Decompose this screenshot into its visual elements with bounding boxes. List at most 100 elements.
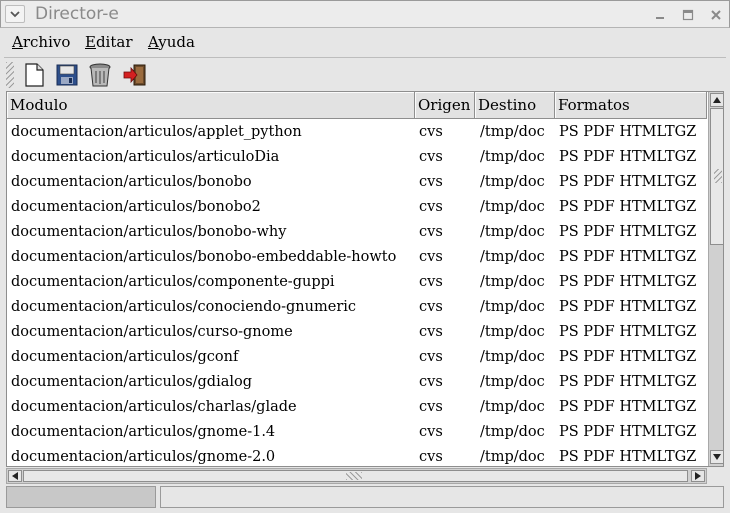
cell-modulo: documentacion/articulos/bonobo-why [11, 224, 287, 240]
cell-destino: /tmp/doc [480, 374, 545, 390]
cell-origen: cvs [419, 249, 443, 265]
save-button[interactable] [54, 62, 80, 88]
cell-formatos: PS PDF HTMLTGZ [559, 149, 697, 165]
cell-formatos: PS PDF HTMLTGZ [559, 224, 697, 240]
cell-modulo: documentacion/articulos/gnome-2.0 [11, 449, 276, 465]
title-bar: Director-e [0, 0, 730, 28]
table-row[interactable]: documentacion/articulos/articuloDia cvs/t… [7, 145, 707, 170]
cell-destino: /tmp/doc [480, 224, 545, 240]
table-row[interactable]: documentacion/articulos/conociendo-gnume… [7, 295, 707, 320]
cell-formatos: PS PDF HTMLTGZ [559, 349, 697, 365]
minimize-icon[interactable] [651, 7, 669, 23]
cell-formatos: PS PDF HTMLTGZ [559, 249, 697, 265]
horizontal-scrollbar[interactable] [6, 468, 707, 484]
progress-bar [6, 486, 156, 508]
cell-formatos: PS PDF HTMLTGZ [559, 399, 697, 415]
table-row[interactable]: documentacion/articulos/bonobo-embeddabl… [7, 245, 707, 270]
cell-origen: cvs [419, 224, 443, 240]
horizontal-scroll-thumb[interactable] [23, 470, 688, 482]
scroll-down-icon[interactable] [710, 450, 723, 464]
cell-origen: cvs [419, 174, 443, 190]
cell-modulo: documentacion/articulos/gconf [11, 349, 239, 365]
table-row[interactable]: documentacion/articulos/applet_python cvs… [7, 120, 707, 145]
cell-destino: /tmp/doc [480, 349, 545, 365]
table-row[interactable]: documentacion/articulos/gdialog cvs/tmp/d… [7, 370, 707, 395]
exit-button[interactable] [122, 62, 148, 88]
vertical-scroll-thumb[interactable] [710, 108, 723, 245]
scroll-left-icon[interactable] [8, 470, 22, 482]
window-menu-icon[interactable] [5, 5, 25, 23]
scroll-right-icon[interactable] [691, 470, 705, 482]
column-header-origen[interactable]: Origen [415, 92, 475, 119]
save-floppy-icon [56, 64, 78, 86]
menu-archivo[interactable]: Archivo [12, 33, 70, 51]
exit-door-icon [123, 64, 146, 86]
module-rows: documentacion/articulos/applet_python cvs… [7, 120, 707, 466]
table-row[interactable]: documentacion/articulos/gnome-1.4 cvs/tmp… [7, 420, 707, 445]
menu-bar: Archivo Editar Ayuda [0, 28, 730, 56]
cell-destino: /tmp/doc [480, 424, 545, 440]
cell-origen: cvs [419, 124, 443, 140]
cell-origen: cvs [419, 399, 443, 415]
table-row[interactable]: documentacion/articulos/charlas/glade cvs… [7, 395, 707, 420]
cell-modulo: documentacion/articulos/bonobo2 [11, 199, 261, 215]
cell-destino: /tmp/doc [480, 274, 545, 290]
cell-origen: cvs [419, 299, 443, 315]
cell-destino: /tmp/doc [480, 324, 545, 340]
table-row[interactable]: documentacion/articulos/gconf cvs/tmp/doc… [7, 345, 707, 370]
new-document-button[interactable] [21, 62, 47, 88]
column-header-row: Modulo Origen Destino Formatos [7, 92, 707, 119]
cell-destino: /tmp/doc [480, 449, 545, 465]
cell-formatos: PS PDF HTMLTGZ [559, 324, 697, 340]
cell-origen: cvs [419, 374, 443, 390]
status-bar [0, 484, 730, 513]
table-row[interactable]: documentacion/articulos/bonobo2 cvs/tmp/d… [7, 195, 707, 220]
toolbar-handle[interactable] [6, 62, 14, 88]
trash-can-icon [89, 63, 111, 87]
maximize-icon[interactable] [679, 7, 697, 23]
menu-archivo-label: rchivo [22, 33, 71, 51]
cell-origen: cvs [419, 449, 443, 465]
vertical-scrollbar[interactable] [708, 92, 723, 466]
cell-modulo: documentacion/articulos/gnome-1.4 [11, 424, 276, 440]
cell-formatos: PS PDF HTMLTGZ [559, 124, 697, 140]
menu-editar-mnemonic: E [85, 33, 96, 51]
cell-modulo: documentacion/articulos/curso-gnome [11, 324, 293, 340]
cell-destino: /tmp/doc [480, 399, 545, 415]
column-header-modulo[interactable]: Modulo [7, 92, 415, 119]
table-row[interactable]: documentacion/articulos/bonobo-why cvs/tm… [7, 220, 707, 245]
toolbar [0, 58, 730, 92]
menu-ayuda-label: yuda [158, 33, 195, 51]
cell-modulo: documentacion/articulos/componente-guppi [11, 274, 335, 290]
cell-origen: cvs [419, 324, 443, 340]
cell-origen: cvs [419, 424, 443, 440]
column-header-destino[interactable]: Destino [475, 92, 555, 119]
table-row[interactable]: documentacion/articulos/bonobo cvs/tmp/do… [7, 170, 707, 195]
cell-modulo: documentacion/articulos/bonobo [11, 174, 252, 190]
cell-origen: cvs [419, 274, 443, 290]
table-row[interactable]: documentacion/articulos/gnome-2.0 cvs/tmp… [7, 445, 707, 466]
cell-origen: cvs [419, 199, 443, 215]
scroll-up-icon[interactable] [710, 93, 723, 107]
cell-modulo: documentacion/articulos/conociendo-gnume… [11, 299, 357, 315]
column-header-formatos[interactable]: Formatos [555, 92, 707, 119]
cell-destino: /tmp/doc [480, 199, 545, 215]
module-list[interactable]: Modulo Origen Destino Formatos documenta… [6, 91, 724, 467]
cell-formatos: PS PDF HTMLTGZ [559, 274, 697, 290]
menu-ayuda-mnemonic: A [148, 33, 159, 51]
cell-formatos: PS PDF HTMLTGZ [559, 449, 697, 465]
table-row[interactable]: documentacion/articulos/curso-gnome cvs/t… [7, 320, 707, 345]
table-row[interactable]: documentacion/articulos/componente-guppi… [7, 270, 707, 295]
cell-modulo: documentacion/articulos/charlas/glade [11, 399, 297, 415]
cell-destino: /tmp/doc [480, 124, 545, 140]
menu-editar[interactable]: Editar [85, 33, 133, 51]
close-icon[interactable] [707, 7, 725, 23]
cell-destino: /tmp/doc [480, 149, 545, 165]
menu-editar-label: ditar [95, 33, 133, 51]
cell-modulo: documentacion/articulos/articuloDia [11, 149, 280, 165]
cell-formatos: PS PDF HTMLTGZ [559, 299, 697, 315]
cell-formatos: PS PDF HTMLTGZ [559, 374, 697, 390]
menu-ayuda[interactable]: Ayuda [148, 33, 195, 51]
menu-archivo-mnemonic: A [12, 33, 23, 51]
delete-button[interactable] [87, 62, 113, 88]
